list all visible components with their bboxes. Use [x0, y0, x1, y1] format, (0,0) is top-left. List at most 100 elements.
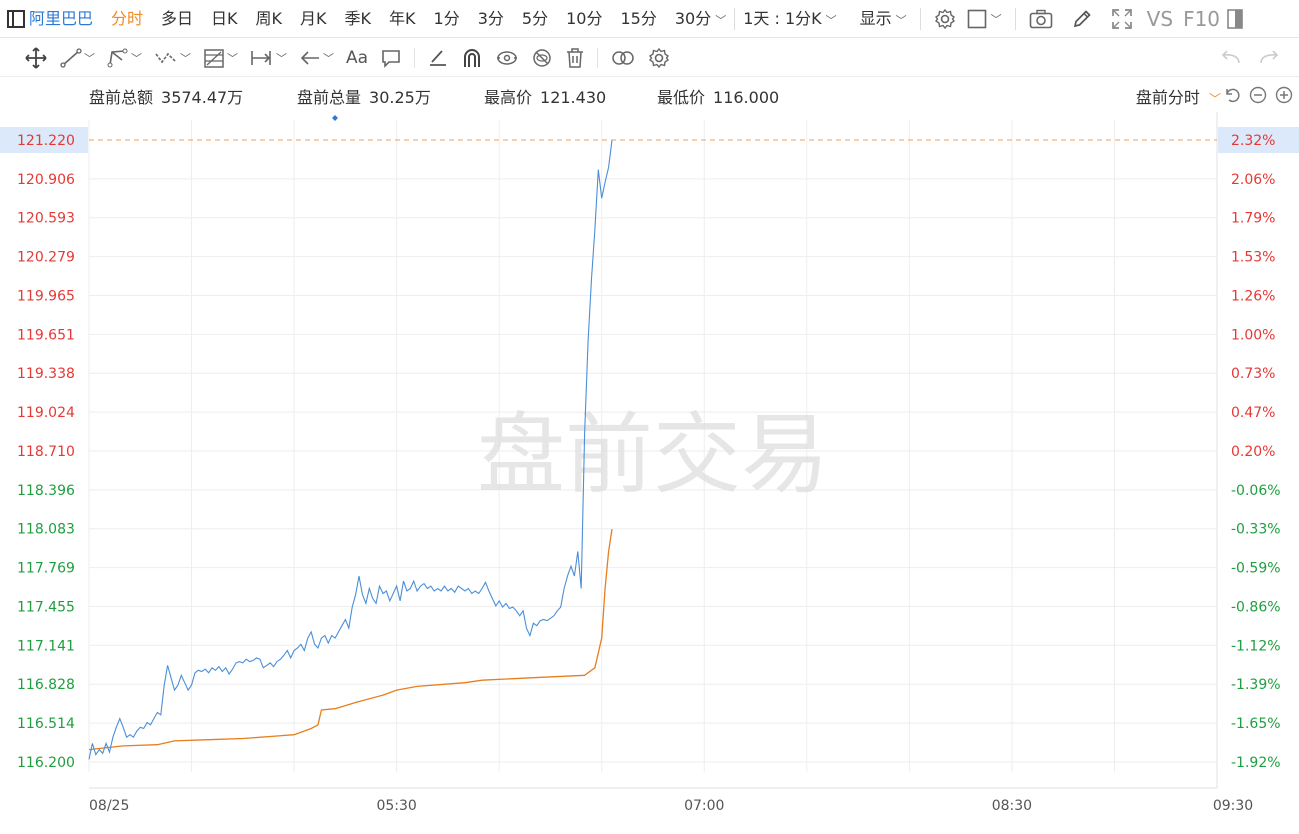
- percent-tick-label: -0.86%: [1231, 600, 1281, 616]
- price-tick-label: 117.769: [17, 561, 75, 577]
- redo-button[interactable]: [1253, 39, 1287, 77]
- display-label: 显示: [859, 8, 892, 28]
- time-tick-label: 07:00: [684, 798, 724, 814]
- period-tab[interactable]: 月K: [291, 0, 336, 38]
- price-tick-label: 120.279: [17, 250, 75, 266]
- hide-tool[interactable]: [525, 39, 559, 77]
- polyline-tool[interactable]: ﹀: [101, 39, 148, 77]
- period-tab[interactable]: 5分: [513, 0, 557, 38]
- divider: [734, 7, 736, 30]
- stock-title[interactable]: 阿里巴巴: [25, 0, 102, 38]
- event-marker-icon[interactable]: [332, 115, 338, 121]
- screenshot-button[interactable]: [1020, 0, 1062, 38]
- period-tab[interactable]: 周K: [247, 0, 292, 38]
- reset-zoom-button[interactable]: [1223, 86, 1241, 104]
- delete-tool[interactable]: [559, 39, 591, 77]
- percent-tick-label: -1.39%: [1231, 677, 1281, 693]
- period-more-label: 30分: [674, 8, 712, 28]
- square-icon: [967, 9, 986, 28]
- fib-tool[interactable]: ﹀: [197, 39, 244, 77]
- panel-toggle-icon[interactable]: [7, 9, 25, 28]
- comment-icon: [382, 49, 400, 68]
- period-tab[interactable]: 分时: [102, 0, 152, 38]
- divider: [1014, 7, 1016, 30]
- price-tick-label: 120.906: [17, 172, 75, 188]
- side-panel-button[interactable]: [1225, 0, 1252, 38]
- price-tick-label: 116.200: [17, 755, 75, 771]
- zoom-out-button[interactable]: [1249, 86, 1267, 104]
- percent-tick-label: -0.06%: [1231, 483, 1281, 499]
- price-tick-label: 117.141: [17, 638, 75, 654]
- zoom-in-button[interactable]: [1275, 86, 1293, 104]
- chart-mode-dropdown[interactable]: 盘前分时 ﹀: [1136, 84, 1221, 108]
- comment-tool[interactable]: [374, 39, 408, 77]
- period-ratio-label: 1天 : 1分K: [743, 8, 822, 28]
- chevron-down-icon: ﹀: [323, 51, 334, 65]
- chevron-down-icon: ﹀: [715, 13, 727, 27]
- fullscreen-button[interactable]: [1102, 0, 1142, 38]
- settings-button[interactable]: [925, 0, 965, 38]
- price-tick-label: 120.593: [17, 211, 75, 227]
- measure-tool[interactable]: ﹀: [244, 39, 293, 77]
- display-dropdown[interactable]: 显示 ﹀: [846, 0, 916, 38]
- fib-icon: [204, 48, 224, 68]
- link-tool[interactable]: [604, 39, 642, 77]
- magnet-icon: [464, 48, 481, 67]
- layout-dropdown[interactable]: ﹀: [965, 0, 1011, 38]
- volume-stat: 盘前总量 30.25万: [297, 84, 431, 108]
- side-panel-icon: [1227, 8, 1243, 29]
- lock-tool[interactable]: [489, 39, 525, 77]
- percent-tick-label: 2.06%: [1231, 172, 1275, 188]
- price-tick-label: 119.024: [17, 405, 75, 421]
- polyline-icon: [107, 48, 128, 67]
- period-tab[interactable]: 季K: [336, 0, 381, 38]
- chevron-down-icon: ﹀: [276, 51, 287, 65]
- eye-icon: [497, 50, 518, 65]
- chevron-down-icon: ﹀: [990, 12, 1002, 26]
- magnet-tool[interactable]: [455, 39, 489, 77]
- line-tool[interactable]: ﹀: [54, 39, 101, 77]
- percent-tick-label: 0.20%: [1231, 444, 1275, 460]
- measure-icon: [251, 50, 271, 65]
- period-tab[interactable]: 10分: [557, 0, 611, 38]
- intraday-chart[interactable]: 盘前交易 121.220 120.906 120.593 120.279 119.965…: [0, 112, 1299, 834]
- price-tick-label: 119.651: [17, 327, 75, 343]
- wave-icon: [155, 52, 177, 63]
- arrow-tool[interactable]: ﹀: [293, 39, 340, 77]
- percent-tick-label: -1.92%: [1231, 755, 1281, 771]
- chevron-down-icon: ﹀: [131, 51, 142, 65]
- price-tick-label: 116.828: [17, 677, 75, 693]
- time-axis: 08/25 05:30 07:00 08:30 09:30: [89, 798, 1253, 814]
- average-price-line: [88, 529, 613, 751]
- time-tick-label: 05:30: [376, 798, 416, 814]
- current-percent-label: 2.32%: [1231, 133, 1275, 149]
- period-tab[interactable]: 多日: [152, 0, 202, 38]
- low-label: 最低价: [657, 88, 706, 107]
- period-tab[interactable]: 日K: [202, 0, 247, 38]
- stroke-tool[interactable]: [421, 39, 455, 77]
- percent-tick-label: -1.65%: [1231, 716, 1281, 732]
- volume-value: 30.25万: [369, 88, 431, 107]
- wave-tool[interactable]: ﹀: [148, 39, 197, 77]
- history-controls: [1213, 39, 1299, 77]
- draw-button[interactable]: [1062, 0, 1102, 38]
- line-icon: [60, 47, 82, 68]
- period-ratio-dropdown[interactable]: 1天 : 1分K ﹀: [739, 0, 845, 38]
- period-tab[interactable]: 3分: [469, 0, 513, 38]
- percent-tick-label: 1.00%: [1231, 327, 1275, 343]
- high-value: 121.430: [540, 88, 607, 107]
- vs-button[interactable]: VS: [1142, 0, 1178, 38]
- amount-value: 3574.47万: [161, 88, 244, 107]
- price-tick-label: 118.083: [17, 522, 75, 538]
- period-more-dropdown[interactable]: 30分 ﹀: [666, 0, 730, 38]
- period-tab[interactable]: 1分: [425, 0, 469, 38]
- period-tab[interactable]: 15分: [611, 0, 665, 38]
- period-tab[interactable]: 年K: [380, 0, 425, 38]
- undo-button[interactable]: [1213, 39, 1247, 77]
- low-stat: 最低价 116.000: [657, 84, 779, 108]
- draw-settings-tool[interactable]: [642, 39, 676, 77]
- chevron-down-icon: ﹀: [227, 51, 238, 65]
- move-tool[interactable]: [0, 39, 54, 77]
- f10-button[interactable]: F10: [1178, 0, 1225, 38]
- text-tool[interactable]: Aa: [340, 39, 374, 77]
